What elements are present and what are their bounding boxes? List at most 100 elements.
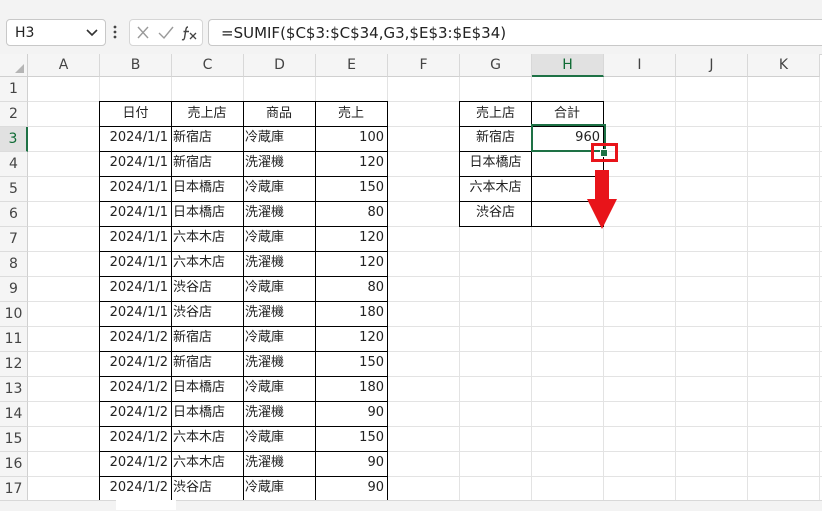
row-header-2[interactable]: 2 <box>0 102 28 127</box>
table1-cell[interactable]: 100 <box>315 126 388 152</box>
table1-header[interactable]: 売上 <box>315 101 388 127</box>
column-header-g[interactable]: G <box>460 54 532 77</box>
table1-cell[interactable]: 180 <box>315 376 388 402</box>
table1-cell[interactable]: 90 <box>315 476 388 502</box>
row-header-13[interactable]: 13 <box>0 377 28 402</box>
table1-cell[interactable]: 冷蔵庫 <box>243 126 316 152</box>
row-header-1[interactable]: 1 <box>0 77 28 102</box>
table1-cell[interactable]: 冷蔵庫 <box>243 426 316 452</box>
table1-cell[interactable]: 2024/1/1 <box>99 251 172 277</box>
table1-cell[interactable]: 六本木店 <box>171 251 244 277</box>
table1-cell[interactable]: 90 <box>315 451 388 477</box>
row-header-11[interactable]: 11 <box>0 327 28 352</box>
table1-cell[interactable]: 2024/1/1 <box>99 126 172 152</box>
table1-cell[interactable]: 120 <box>315 326 388 352</box>
table1-cell[interactable]: 日本橋店 <box>171 401 244 427</box>
table1-cell[interactable]: 新宿店 <box>171 126 244 152</box>
confirm-check-icon[interactable] <box>157 25 175 41</box>
column-header-a[interactable]: A <box>28 54 100 77</box>
cancel-icon[interactable] <box>134 25 152 41</box>
table1-cell[interactable]: 日本橋店 <box>171 376 244 402</box>
fill-handle[interactable] <box>600 149 608 157</box>
table1-cell[interactable]: 六本木店 <box>171 451 244 477</box>
table1-cell[interactable]: 2024/1/1 <box>99 176 172 202</box>
column-header-e[interactable]: E <box>316 54 388 77</box>
table2-cell[interactable]: 六本木店 <box>459 176 532 202</box>
table1-cell[interactable]: 新宿店 <box>171 151 244 177</box>
table1-cell[interactable]: 渋谷店 <box>171 301 244 327</box>
table1-cell[interactable]: 洗濯機 <box>243 401 316 427</box>
column-header-i[interactable]: I <box>604 54 676 77</box>
row-header-4[interactable]: 4 <box>0 152 28 177</box>
table1-cell[interactable]: 冷蔵庫 <box>243 276 316 302</box>
table1-cell[interactable]: 渋谷店 <box>171 476 244 502</box>
table1-cell[interactable]: 150 <box>315 351 388 377</box>
table1-header[interactable]: 売上店 <box>171 101 244 127</box>
row-header-15[interactable]: 15 <box>0 427 28 452</box>
row-header-16[interactable]: 16 <box>0 452 28 477</box>
table2-cell[interactable]: 新宿店 <box>459 126 532 152</box>
table1-cell[interactable]: 120 <box>315 151 388 177</box>
row-header-14[interactable]: 14 <box>0 402 28 427</box>
row-header-8[interactable]: 8 <box>0 252 28 277</box>
table1-cell[interactable]: 日本橋店 <box>171 201 244 227</box>
select-all-button[interactable] <box>0 54 28 77</box>
table1-cell[interactable]: 洗濯機 <box>243 351 316 377</box>
table1-cell[interactable]: 洗濯機 <box>243 301 316 327</box>
column-header-b[interactable]: B <box>100 54 172 77</box>
table1-cell[interactable]: 180 <box>315 301 388 327</box>
row-header-6[interactable]: 6 <box>0 202 28 227</box>
column-header-h[interactable]: H <box>532 54 604 77</box>
table1-cell[interactable]: 2024/1/2 <box>99 401 172 427</box>
table1-cell[interactable]: 冷蔵庫 <box>243 226 316 252</box>
table2-header[interactable]: 合計 <box>531 101 604 127</box>
row-header-10[interactable]: 10 <box>0 302 28 327</box>
table1-cell[interactable]: 80 <box>315 276 388 302</box>
table1-cell[interactable]: 2024/1/1 <box>99 226 172 252</box>
table1-cell[interactable]: 150 <box>315 426 388 452</box>
row-header-17[interactable]: 17 <box>0 477 28 502</box>
column-header-f[interactable]: F <box>388 54 460 77</box>
more-vertical-icon[interactable] <box>112 24 118 40</box>
table1-cell[interactable]: 冷蔵庫 <box>243 476 316 502</box>
table1-cell[interactable]: 2024/1/1 <box>99 201 172 227</box>
table1-header[interactable]: 商品 <box>243 101 316 127</box>
table1-cell[interactable]: 2024/1/1 <box>99 276 172 302</box>
column-header-j[interactable]: J <box>676 54 748 77</box>
table1-cell[interactable]: 2024/1/2 <box>99 351 172 377</box>
table1-cell[interactable]: 2024/1/2 <box>99 476 172 502</box>
table1-cell[interactable]: 冷蔵庫 <box>243 176 316 202</box>
table1-cell[interactable]: 120 <box>315 226 388 252</box>
table2-cell[interactable]: 日本橋店 <box>459 151 532 177</box>
table1-cell[interactable]: 洗濯機 <box>243 201 316 227</box>
chevron-down-icon[interactable] <box>85 24 99 40</box>
table1-cell[interactable]: 120 <box>315 251 388 277</box>
row-header-7[interactable]: 7 <box>0 227 28 252</box>
table1-cell[interactable]: 2024/1/2 <box>99 326 172 352</box>
table1-cell[interactable]: 2024/1/1 <box>99 301 172 327</box>
column-header-k[interactable]: K <box>748 54 820 77</box>
table1-cell[interactable]: 80 <box>315 201 388 227</box>
table1-header[interactable]: 日付 <box>99 101 172 127</box>
table1-cell[interactable]: 渋谷店 <box>171 276 244 302</box>
row-header-5[interactable]: 5 <box>0 177 28 202</box>
table2-cell[interactable]: 渋谷店 <box>459 201 532 227</box>
table1-cell[interactable]: 日本橋店 <box>171 176 244 202</box>
table1-cell[interactable]: 新宿店 <box>171 351 244 377</box>
table1-cell[interactable]: 冷蔵庫 <box>243 326 316 352</box>
table1-cell[interactable]: 洗濯機 <box>243 151 316 177</box>
table1-cell[interactable]: 六本木店 <box>171 426 244 452</box>
table1-cell[interactable]: 90 <box>315 401 388 427</box>
table1-cell[interactable]: 洗濯機 <box>243 451 316 477</box>
row-header-12[interactable]: 12 <box>0 352 28 377</box>
table1-cell[interactable]: 150 <box>315 176 388 202</box>
table1-cell[interactable]: 新宿店 <box>171 326 244 352</box>
column-header-c[interactable]: C <box>172 54 244 77</box>
table1-cell[interactable]: 2024/1/2 <box>99 376 172 402</box>
formula-bar[interactable]: =SUMIF($C$3:$C$34,G3,$E$3:$E$34) <box>208 19 822 46</box>
table1-cell[interactable]: 2024/1/2 <box>99 426 172 452</box>
table1-cell[interactable]: 2024/1/2 <box>99 451 172 477</box>
spreadsheet-grid[interactable]: ABCDEFGHIJK 1 2 3 4 5 6 7 8 9 10 11 12 13 14 15 16 17 日付… <box>0 54 822 510</box>
table1-cell[interactable]: 六本木店 <box>171 226 244 252</box>
sheet-tab-active[interactable] <box>116 500 176 510</box>
